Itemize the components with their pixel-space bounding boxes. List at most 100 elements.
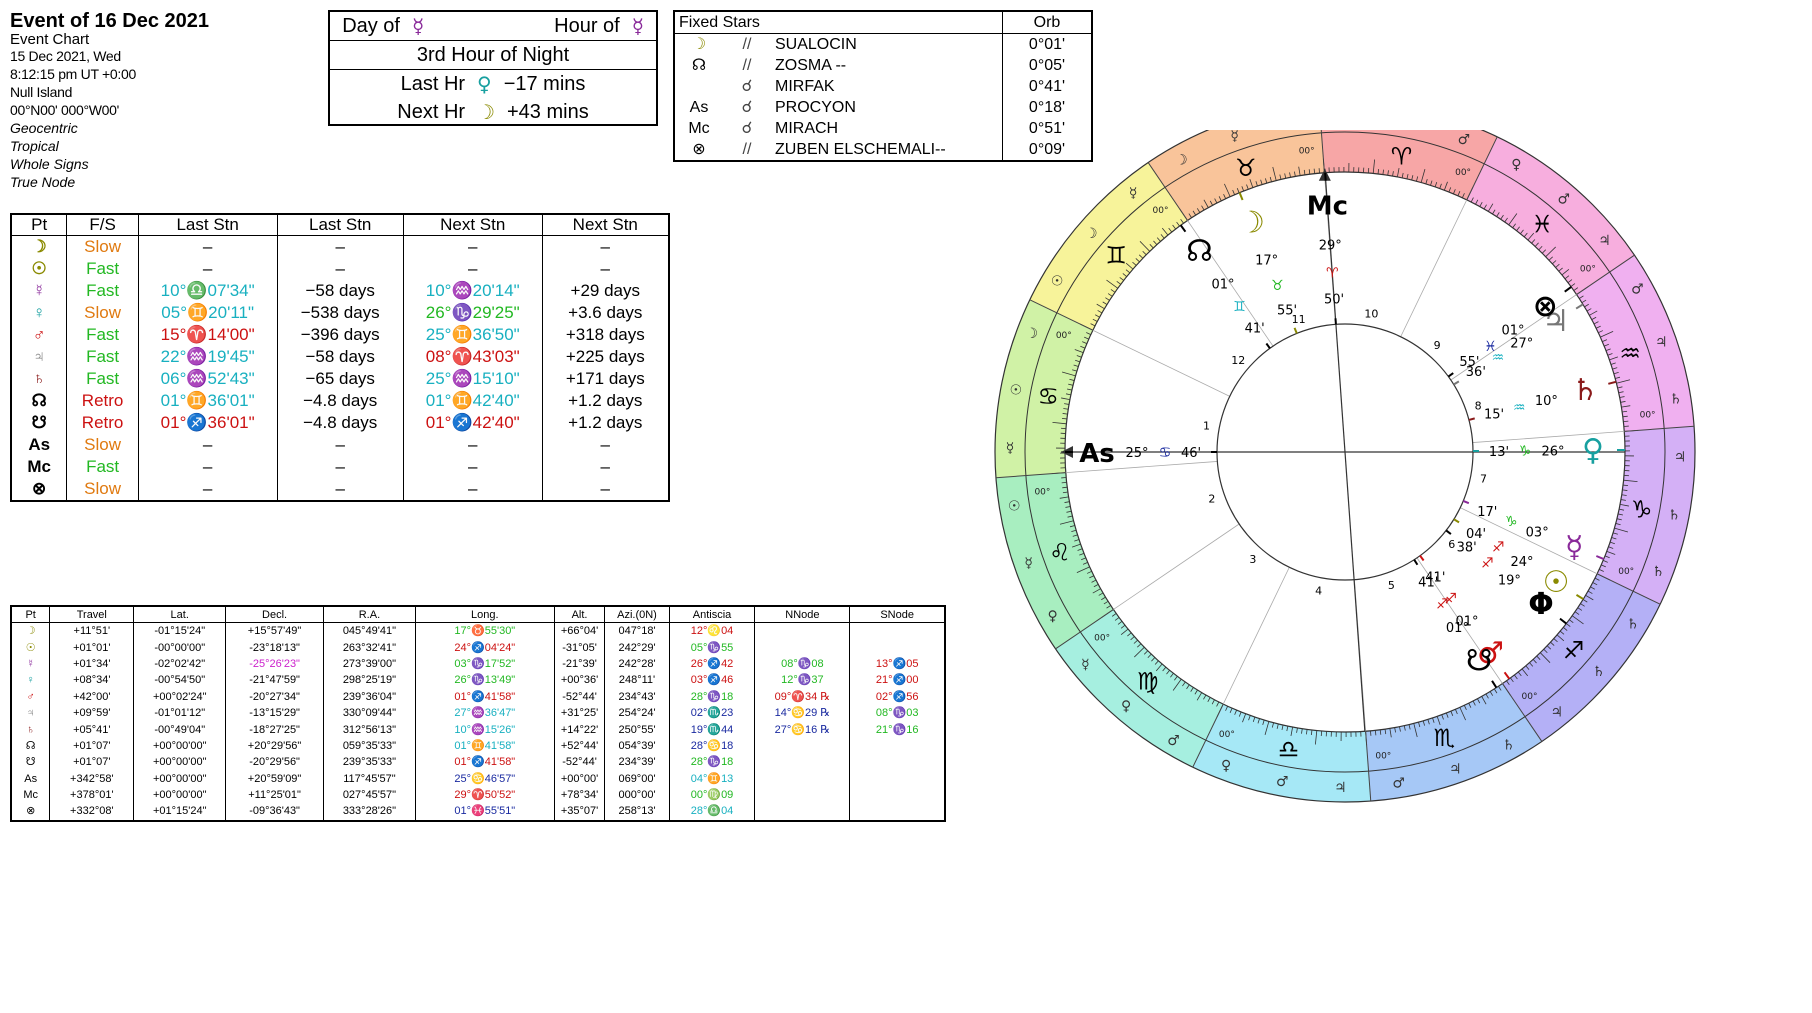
station-point: ☿	[10, 280, 68, 302]
planet-sign: ♉	[1271, 278, 1284, 294]
position-azimuth: 234°43'	[604, 688, 670, 705]
planet-position-tick	[1324, 172, 1327, 181]
ruler-glyph: ♂	[1276, 774, 1289, 790]
position-right-ascension: 298°25'19"	[322, 672, 416, 689]
position-antiscia: 04°♊13	[668, 770, 756, 787]
station-next-pos: 01°♊42'40"	[402, 390, 543, 412]
position-point: ♂	[10, 688, 51, 705]
last-hour-row: Last Hr ♀ −17 mins	[330, 70, 656, 98]
position-south-node	[849, 622, 946, 640]
position-declination: -21°47'59"	[225, 672, 324, 689]
position-point: ⊗	[10, 803, 51, 821]
position-south-node	[849, 639, 946, 656]
station-last-pos: 22°♒19'45"	[137, 346, 278, 368]
position-azimuth: 248°11'	[604, 672, 670, 689]
station-point: ♄	[10, 368, 68, 390]
position-longitude: 27°♒36'47"	[414, 704, 555, 722]
position-row: Mc +378°01' +00°00'00" +11°25'01" 027°45'57"…	[10, 786, 946, 804]
fixed-star-row: ☌ MIRFAK 0°41'	[675, 76, 1091, 97]
fixed-star-point	[675, 76, 723, 97]
fixed-star-name: MIRFAK	[775, 77, 835, 95]
position-antiscia: 03°♐46	[668, 672, 756, 689]
house-number: 1	[1203, 420, 1210, 433]
stations-header: Next Stn	[402, 213, 543, 236]
station-next-pos: 26°♑29'25"	[402, 302, 543, 324]
option-tropical: Tropical	[10, 138, 59, 154]
positions-header: Alt.	[553, 605, 606, 623]
chart-wheel: ♂ ♀ ☿ ♀ ☿ ☽ ☿ ☽ ☉ ☽ ☉ ☿ ☉ ☿ ♀ ☿ ♀ ♂ ♀ ♂ ♃ ♂ ♃ ♄ ♃ ♄ ♄ ♄ ♄ ♃ ♄ ♃ ♂ ♃ ♂ ♀ ♈ 00°…	[994, 130, 1696, 803]
fixed-star-aspect: ☌	[741, 77, 753, 95]
position-point: ☋	[10, 754, 51, 771]
ruler-glyph: ♄	[1592, 664, 1605, 680]
position-right-ascension: 027°45'57"	[322, 786, 416, 804]
planet-sign: ♐	[1481, 555, 1494, 571]
position-north-node	[754, 737, 851, 755]
ruler-glyph: ♂	[1631, 281, 1644, 297]
station-last-pos: –	[137, 235, 278, 258]
planet-glyph: ☋	[1466, 644, 1493, 679]
position-south-node	[849, 754, 946, 771]
position-row: ♂ +42°00' +00°02'24" -20°27'34" 239°36'04" 01…	[10, 688, 946, 705]
planet-glyph: ♄	[1572, 373, 1599, 408]
mercury-icon: ☿	[631, 14, 644, 38]
position-latitude: +00°00'00"	[133, 737, 227, 755]
ruler-glyph: ♄	[1652, 564, 1665, 580]
fixed-star-row: ☽ // SUALOCIN 0°01'	[675, 33, 1091, 55]
station-last-pos: –	[137, 478, 278, 501]
position-longitude: 29°♈50'52"	[414, 786, 555, 804]
position-altitude: +52°44'	[553, 737, 606, 755]
station-next-days: +1.2 days	[541, 412, 670, 434]
next-hour-label: Next Hr	[397, 101, 466, 123]
ruler-glyph: ☿	[1129, 185, 1138, 201]
house-number: 7	[1480, 472, 1487, 485]
option-house-system: Whole Signs	[10, 156, 89, 172]
ruler-glyph: ♀	[1511, 157, 1521, 173]
station-next-pos: –	[402, 434, 543, 456]
station-row: ☊ Retro 01°♊36'01" −4.8 days 01°♊42'40" +1.2 …	[10, 390, 670, 412]
ruler-glyph: ♂	[1458, 132, 1471, 148]
planet-sign: ♐	[1436, 596, 1449, 612]
position-antiscia: 19°♏44	[668, 721, 756, 738]
position-row: ☉ +01°01' -00°00'00" -23°18'13" 263°32'41" 24…	[10, 639, 946, 656]
station-speed: Slow	[66, 478, 139, 501]
station-speed: Slow	[66, 434, 139, 456]
station-next-days: –	[541, 258, 670, 280]
ruler-glyph: ☉	[1008, 499, 1021, 515]
position-travel: +01°07'	[49, 754, 135, 771]
station-last-pos: 15°♈14'00"	[137, 324, 278, 346]
station-last-pos: –	[137, 434, 278, 456]
position-right-ascension: 333°28'26"	[322, 803, 416, 821]
last-hour-value: −17 mins	[503, 73, 586, 95]
fixed-star-point: ⊗	[692, 140, 706, 158]
station-last-days: −396 days	[276, 324, 404, 346]
position-north-node	[754, 754, 851, 771]
position-row: As +342°58' +00°00'00" +20°59'09" 117°45'57"…	[10, 770, 946, 787]
house-number: 8	[1475, 400, 1482, 413]
station-row: ☽ Slow – – – –	[10, 235, 670, 258]
day-hour-row: Day of ☿ Hour of ☿	[330, 12, 656, 41]
positions-header: Antiscia	[668, 605, 756, 623]
station-last-days: –	[276, 434, 404, 456]
planet-degree: 17°	[1255, 253, 1278, 268]
position-declination: +20°29'56"	[225, 737, 324, 755]
fixed-star-aspect: ☌	[741, 119, 753, 137]
station-next-days: +225 days	[541, 346, 670, 368]
planet-degree: 27°	[1510, 336, 1533, 351]
station-next-days: +1.2 days	[541, 390, 670, 412]
station-row: ☉ Fast – – – –	[10, 258, 670, 280]
planet-minutes: 38'	[1457, 540, 1477, 555]
zero-degree-label: 00°	[1640, 411, 1656, 421]
position-south-node	[849, 786, 946, 804]
station-row: ♂ Fast 15°♈14'00" −396 days 25°♊36'50" +318 d…	[10, 324, 670, 346]
fixed-star-name: ZUBEN ELSCHEMALI--	[775, 140, 946, 158]
position-south-node	[849, 770, 946, 787]
fixed-star-point: ☽	[691, 35, 707, 53]
station-next-pos: –	[402, 235, 543, 258]
planet-sign: ♒	[1513, 400, 1526, 416]
station-next-pos: –	[402, 258, 543, 280]
position-north-node	[754, 803, 851, 821]
mercury-icon: ☿	[412, 14, 425, 38]
fixed-star-row: ☊ // ZOSMA -- 0°05'	[675, 55, 1091, 76]
ruler-glyph: ☉	[1051, 274, 1064, 290]
planet-minutes: 17'	[1477, 505, 1497, 520]
